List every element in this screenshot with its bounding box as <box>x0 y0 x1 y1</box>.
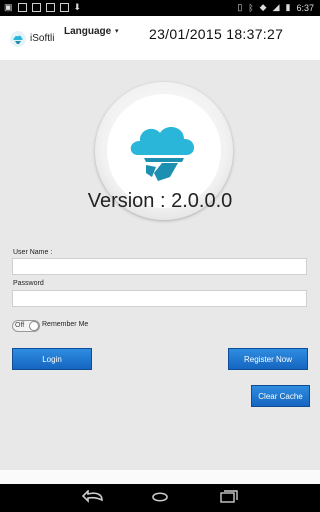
password-label: Password <box>13 280 44 287</box>
toggle-knob <box>29 321 39 331</box>
app-icon <box>59 3 69 12</box>
username-label: User Name : <box>13 249 53 256</box>
register-button[interactable]: Register Now <box>228 348 308 370</box>
signal-icon: ◢ <box>272 2 280 12</box>
gallery-icon <box>31 3 41 12</box>
download-icon: ⬇ <box>73 2 82 12</box>
wifi-icon: ◆ <box>259 2 267 12</box>
vibrate-icon: ▯ <box>237 2 243 12</box>
remember-me-toggle[interactable]: Off <box>12 320 40 332</box>
clear-cache-button[interactable]: Clear Cache <box>251 385 310 407</box>
notification-icon: ▣ <box>4 2 13 12</box>
checker-icon <box>45 3 55 12</box>
status-bar: ▣ ⬇ ▯ ᛒ ◆ ◢ ▮ 6:37 <box>0 0 320 16</box>
app-bar: iSoftli Language ▾ 23/01/2015 18:37:27 <box>0 16 320 60</box>
chevron-down-icon[interactable]: ▾ <box>115 27 119 35</box>
recent-apps-icon[interactable] <box>220 490 238 504</box>
version-text: Version : 2.0.0.0 <box>87 190 233 212</box>
image-icon <box>17 3 27 12</box>
battery-icon: ▮ <box>285 2 291 12</box>
status-time: 6:37 <box>296 2 314 13</box>
home-icon[interactable] <box>150 490 170 504</box>
bluetooth-icon: ᛒ <box>248 2 254 13</box>
datetime-display: 23/01/2015 18:37:27 <box>149 26 284 42</box>
app-logo-icon <box>10 31 26 47</box>
toggle-state-text: Off <box>15 322 25 329</box>
back-icon[interactable] <box>82 490 104 504</box>
cloud-hand-icon <box>130 127 195 181</box>
username-input[interactable] <box>12 258 307 275</box>
language-dropdown[interactable]: Language <box>64 26 111 37</box>
navigation-bar <box>0 484 320 512</box>
app-logo-text: iSoftli <box>30 33 55 44</box>
login-content: Version : 2.0.0.0 User Name : Password O… <box>0 60 320 470</box>
login-button[interactable]: Login <box>12 348 92 370</box>
password-input[interactable] <box>12 290 307 307</box>
bottom-strip <box>0 470 320 484</box>
remember-me-label: Remember Me <box>42 321 89 328</box>
